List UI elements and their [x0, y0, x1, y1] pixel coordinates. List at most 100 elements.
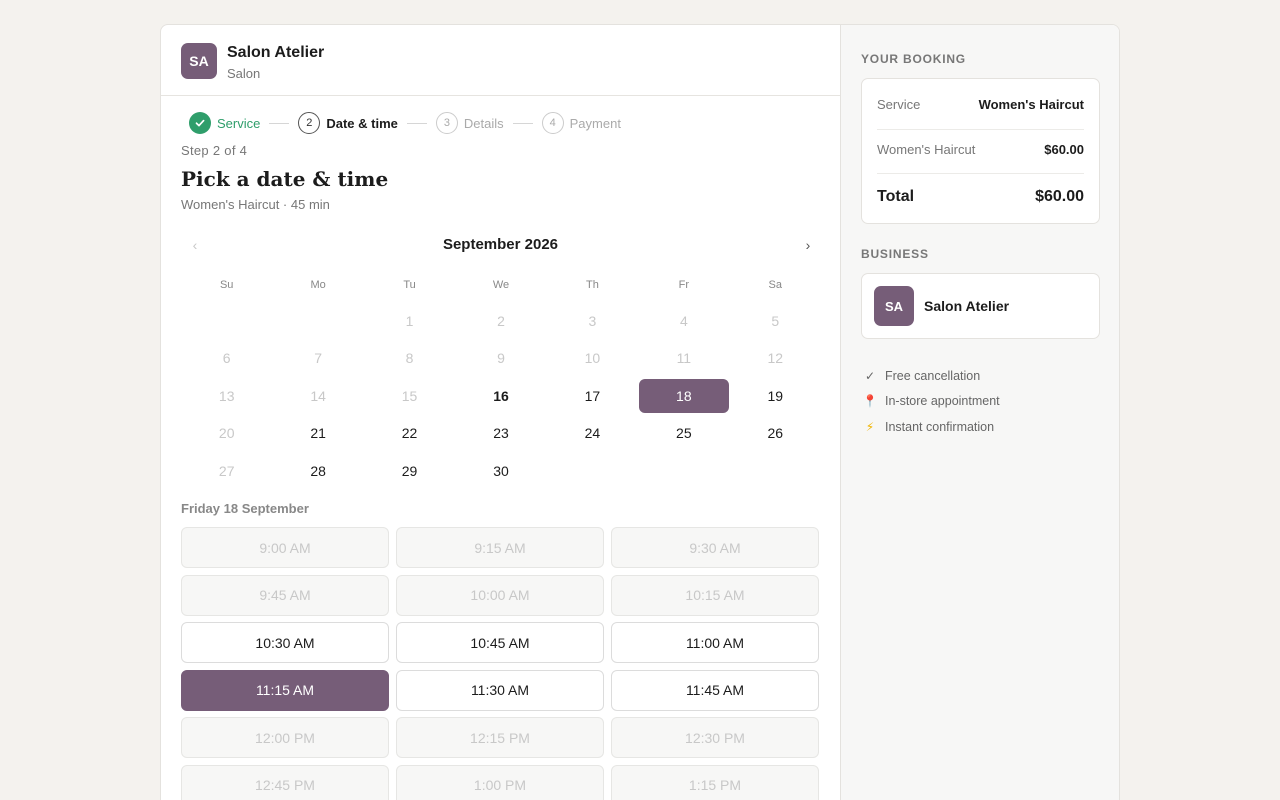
perk-label: In-store appointment: [885, 394, 1000, 409]
pin-icon: 📍: [862, 394, 878, 409]
calendar-day[interactable]: 21: [272, 415, 363, 453]
calendar-day: 1: [364, 302, 455, 340]
time-slot-button: 9:45 AM: [181, 574, 389, 616]
weekday-label: Mo: [310, 279, 326, 291]
step-details: 3 Details: [435, 112, 504, 134]
calendar-empty-cell: [547, 452, 638, 490]
calendar-day[interactable]: 18: [638, 377, 729, 415]
day-number: [273, 304, 363, 338]
day-number: [547, 454, 637, 488]
step-label: Payment: [569, 115, 621, 131]
calendar-day: 8: [364, 340, 455, 378]
time-slot-button: 1:00 PM: [396, 764, 604, 800]
day-number: 9: [497, 350, 505, 367]
calendar-day[interactable]: 24: [547, 415, 638, 453]
divider: [877, 129, 1084, 130]
chevron-right-icon[interactable]: ›: [798, 235, 818, 255]
summary-total-row: Total $60.00: [877, 188, 1084, 206]
day-number: 16: [493, 387, 509, 404]
day-number: 14: [310, 387, 326, 404]
day-number: 27: [218, 462, 235, 479]
calendar-day[interactable]: 30: [455, 452, 546, 490]
calendar-empty-cell: [730, 452, 821, 490]
calendar-day: 20: [181, 415, 272, 453]
perk-label: Instant confirmation: [885, 419, 995, 434]
business-logo: SA: [874, 286, 914, 326]
day-number: 6: [222, 350, 231, 367]
weekday-label: Th: [586, 279, 599, 291]
time-slot-button: 12:15 PM: [396, 717, 604, 758]
booking-main-panel: SA Salon Atelier Salon Service 2 Date & …: [161, 25, 840, 800]
calendar-day: 10: [547, 340, 638, 378]
business-name: Salon Atelier: [227, 44, 325, 61]
time-slot-button: 9:00 AM: [181, 527, 389, 568]
booking-stepper: Service 2 Date & time 3 Details 4 Paymen…: [189, 111, 621, 135]
day-number: 24: [584, 425, 601, 442]
business-header: SA Salon Atelier Salon: [161, 25, 840, 96]
calendar-empty-cell: [272, 302, 363, 340]
calendar-day: 27: [181, 452, 272, 490]
weekday-label: Su: [219, 279, 234, 291]
time-slot-button[interactable]: 11:45 AM: [611, 669, 819, 711]
calendar-day[interactable]: 19: [730, 377, 821, 415]
calendar-day[interactable]: 23: [455, 415, 546, 453]
perk-item: ⚡ Instant confirmation: [861, 414, 1000, 440]
calendar-day[interactable]: 28: [272, 452, 363, 490]
perk-item: ✓ Free cancellation: [861, 363, 1000, 389]
calendar-day: 12: [730, 340, 821, 378]
calendar-day: 14: [272, 377, 363, 415]
summary-label: Service: [877, 97, 921, 112]
selected-date-label: Friday 18 September: [181, 501, 309, 516]
step-number: 4: [541, 112, 564, 134]
time-slot-button: 12:45 PM: [181, 764, 389, 800]
day-number: 11: [676, 350, 692, 367]
calendar-day[interactable]: 29: [364, 452, 455, 490]
perk-label: Free cancellation: [885, 368, 981, 383]
step-number: 3: [435, 112, 458, 134]
time-slot-grid: 9:00 AM 9:15 AM 9:30 AM 9:45 AM 10:00 AM 10:1…: [181, 527, 819, 800]
total-value: $60.00: [1035, 188, 1084, 205]
calendar-day: 13: [181, 377, 272, 415]
divider: [877, 173, 1084, 174]
calendar-day[interactable]: 26: [730, 415, 821, 453]
calendar-day[interactable]: 22: [364, 415, 455, 453]
page-title: Pick a date & time: [181, 167, 389, 191]
calendar-day[interactable]: 25: [638, 415, 729, 453]
day-number: 22: [401, 425, 418, 442]
step-count: Step 2 of 4: [181, 143, 248, 158]
day-number: 20: [218, 425, 235, 442]
day-number: 8: [405, 350, 414, 367]
day-number: 23: [493, 425, 509, 442]
weekday-label: Tu: [403, 279, 416, 291]
calendar-day: 15: [364, 377, 455, 415]
time-slot-button: 1:15 PM: [611, 764, 819, 800]
day-number: 1: [405, 312, 414, 329]
time-slot-button[interactable]: 10:45 AM: [396, 622, 604, 663]
day-number: 25: [676, 425, 692, 442]
time-slot-button[interactable]: 11:30 AM: [396, 669, 604, 711]
time-slot-button: 10:15 AM: [611, 574, 819, 616]
day-number: 17: [584, 387, 601, 404]
day-number: 21: [310, 425, 326, 442]
time-slot-button[interactable]: 11:15 AM: [181, 669, 389, 711]
day-number: 15: [401, 387, 418, 404]
time-slot-button: 10:00 AM: [396, 574, 604, 616]
weekday-header: Su Mo Tu We Th Fr Sa: [181, 277, 821, 293]
day-number: 7: [314, 350, 323, 367]
day-number: 18: [638, 378, 729, 413]
calendar-day: 2: [455, 302, 546, 340]
check-icon: ✓: [864, 368, 876, 383]
business-logo: SA: [181, 43, 217, 79]
step-service[interactable]: Service: [189, 112, 260, 134]
weekday-label: We: [492, 279, 510, 291]
perks-list: ✓ Free cancellation 📍 In-store appointment ⚡…: [861, 363, 1000, 440]
calendar-day[interactable]: 16: [455, 377, 546, 415]
time-slot-button[interactable]: 10:30 AM: [181, 622, 389, 663]
calendar-month-title: September 2026: [442, 236, 559, 253]
booking-sidebar: YOUR BOOKING Service Women's Haircut Wom…: [840, 25, 1119, 800]
time-slot-button: 12:30 PM: [611, 717, 819, 758]
bolt-icon: ⚡: [865, 419, 875, 434]
time-slot-button[interactable]: 11:00 AM: [611, 622, 819, 663]
calendar-day[interactable]: 17: [547, 377, 638, 415]
step-number: 2: [298, 112, 321, 134]
